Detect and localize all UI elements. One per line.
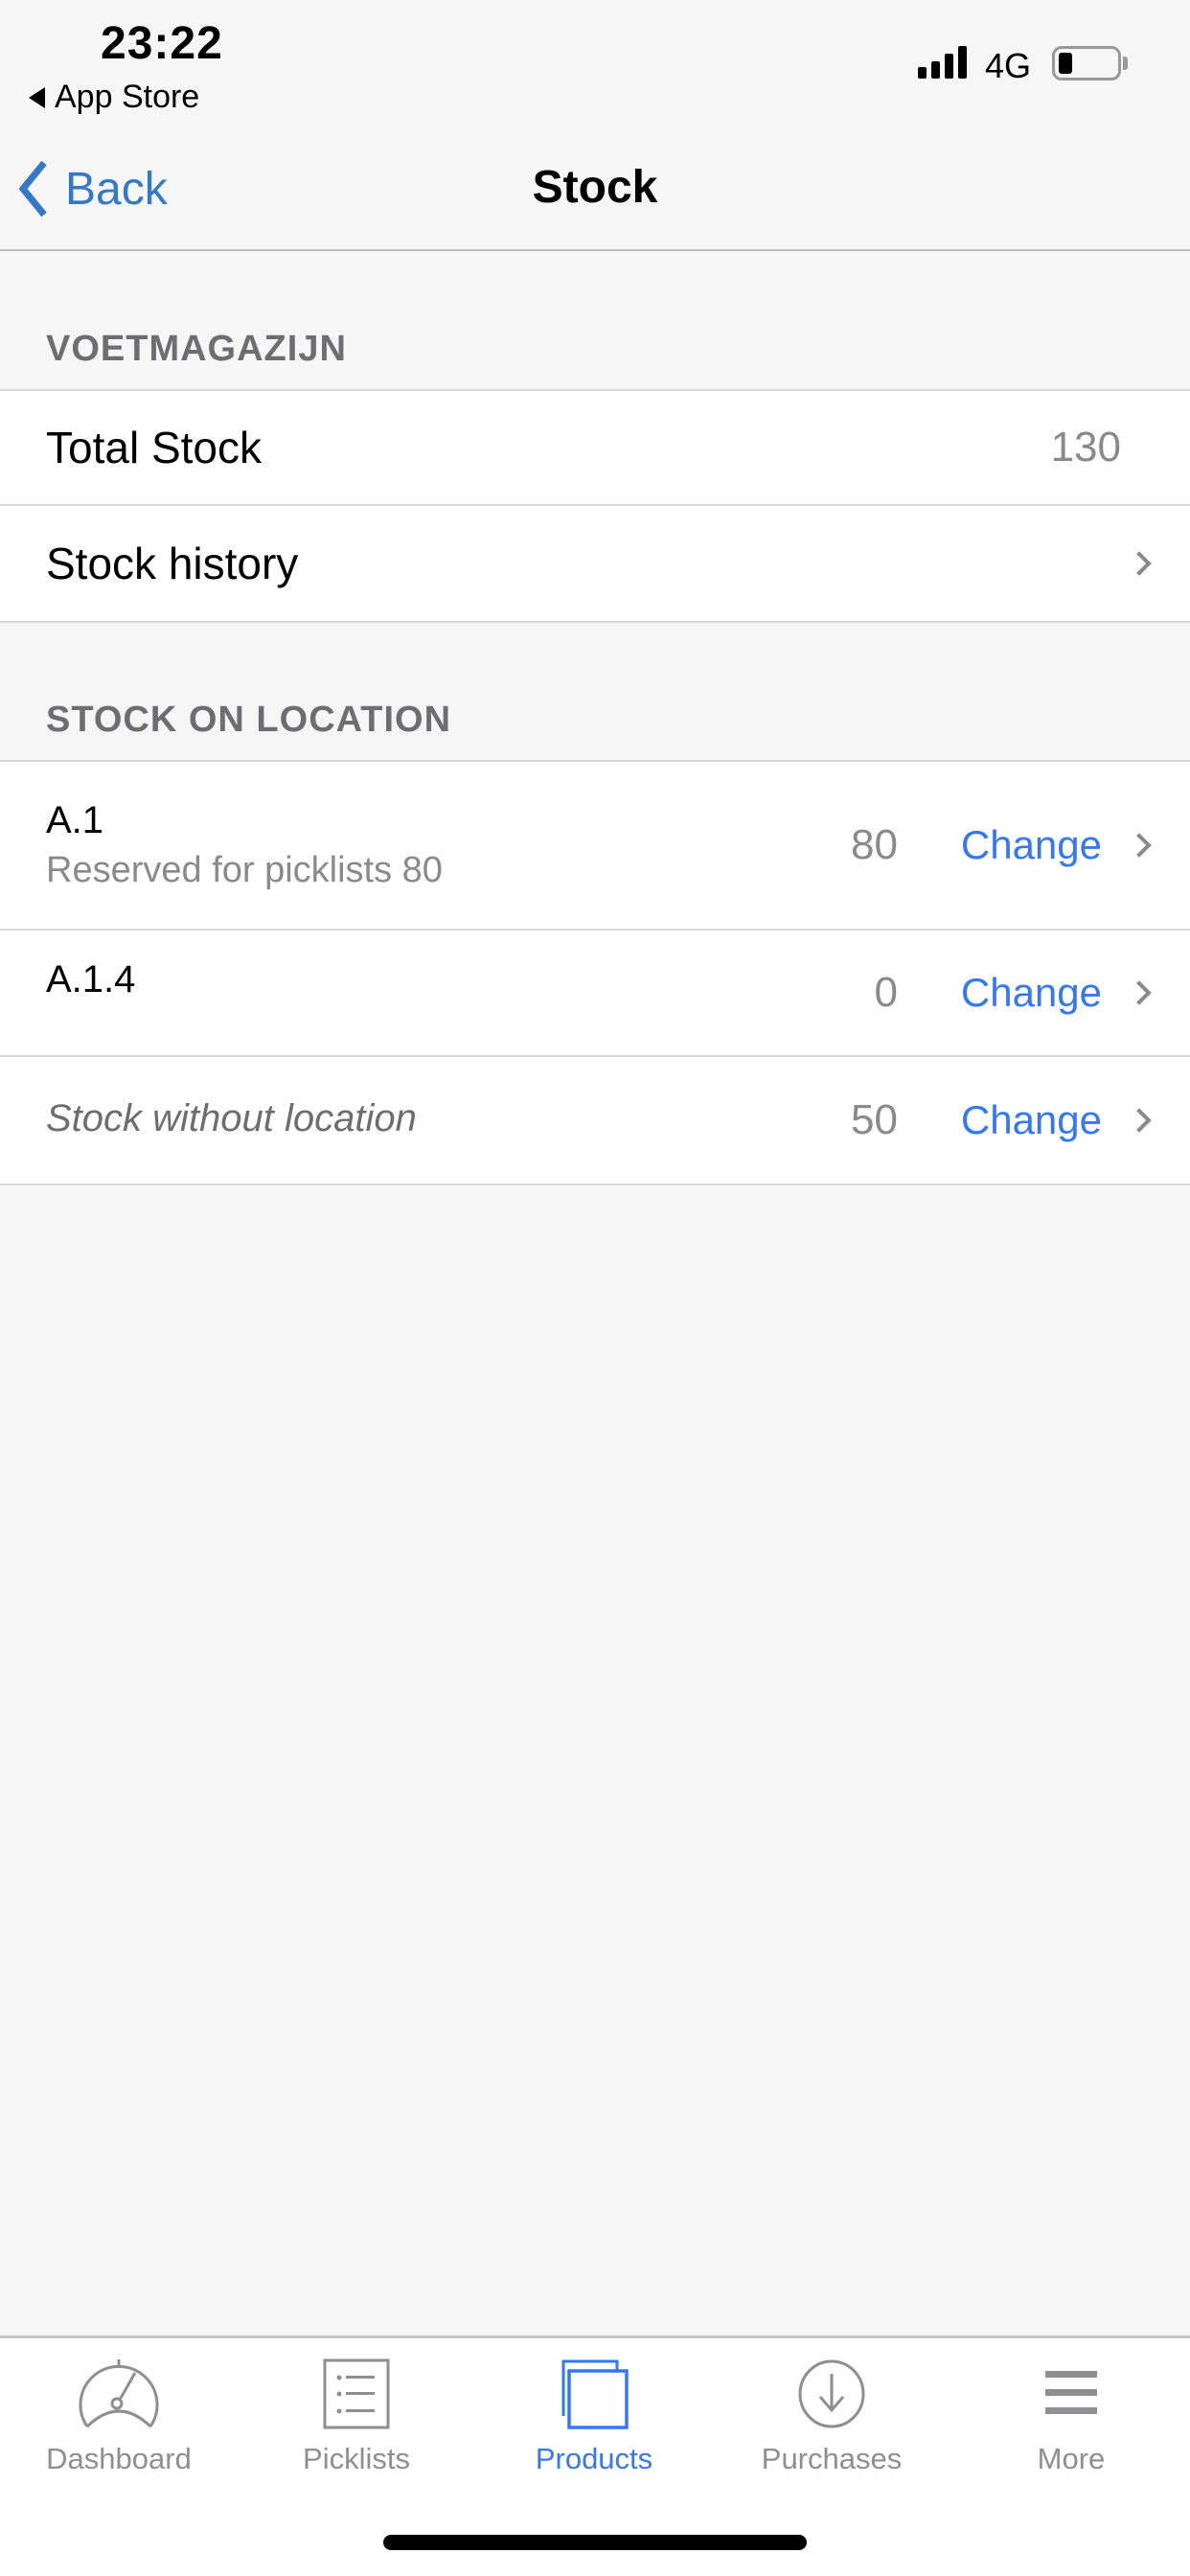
speedometer-icon (79, 2359, 159, 2428)
page-title: Stock (532, 162, 658, 213)
tab-products[interactable]: Products (475, 2356, 713, 2476)
change-button[interactable]: Change (961, 970, 1102, 1016)
location-quantity: 50 (851, 1096, 898, 1143)
stock-history-label: Stock history (46, 539, 299, 588)
section-header-locations: STOCK ON LOCATION (46, 700, 452, 740)
section-header-warehouse: VOETMAGAZIJN (46, 329, 347, 369)
chevron-right-icon (1127, 551, 1152, 576)
chevron-right-icon (1127, 1108, 1152, 1133)
total-stock-row: Total Stock 130 (0, 391, 1190, 506)
warehouse-group: Total Stock 130 Stock history (0, 389, 1190, 623)
network-type: 4G (985, 46, 1032, 85)
location-subtitle: Reserved for picklists 80 (46, 850, 443, 890)
tab-picklists[interactable]: Picklists (238, 2356, 475, 2476)
app-store-label: App Store (55, 79, 200, 115)
tab-label: Products (535, 2442, 653, 2475)
signal-icon (918, 46, 967, 79)
location-name: A.1.4 (46, 957, 136, 1000)
total-stock-value: 130 (1050, 424, 1121, 471)
back-triangle-icon (29, 86, 45, 108)
list-icon (323, 2358, 390, 2429)
battery-icon (1052, 46, 1121, 80)
tab-label: More (1037, 2442, 1106, 2475)
back-to-app-store[interactable]: App Store (29, 79, 199, 116)
battery-tip (1123, 57, 1128, 70)
tab-label: Picklists (303, 2442, 410, 2475)
home-indicator[interactable] (383, 2535, 807, 2550)
download-circle-icon (798, 2359, 865, 2428)
location-row[interactable]: A.1.4 0 Change (0, 931, 1190, 1057)
chevron-right-icon (1127, 980, 1152, 1005)
menu-icon (1045, 2371, 1097, 2414)
tab-purchases[interactable]: Purchases (713, 2356, 950, 2476)
tab-more[interactable]: More (952, 2356, 1190, 2476)
location-quantity: 80 (851, 821, 898, 868)
total-stock-label: Total Stock (46, 423, 262, 472)
location-name: Stock without location (46, 1096, 417, 1139)
documents-icon (561, 2359, 629, 2429)
location-row[interactable]: Stock without location 50 Change (0, 1057, 1190, 1184)
locations-group: A.1 Reserved for picklists 80 80 Change … (0, 760, 1190, 1185)
stock-history-row[interactable]: Stock history (0, 506, 1190, 621)
chevron-right-icon (1127, 833, 1152, 858)
change-button[interactable]: Change (961, 822, 1102, 868)
location-row[interactable]: A.1 Reserved for picklists 80 80 Change (0, 762, 1190, 931)
tab-label: Purchases (761, 2442, 903, 2475)
location-quantity: 0 (874, 969, 898, 1016)
status-time: 23:22 (101, 18, 223, 69)
change-button[interactable]: Change (961, 1097, 1102, 1143)
tab-label: Dashboard (46, 2442, 192, 2475)
tab-dashboard[interactable]: Dashboard (0, 2356, 238, 2476)
location-name: A.1 (46, 799, 104, 841)
